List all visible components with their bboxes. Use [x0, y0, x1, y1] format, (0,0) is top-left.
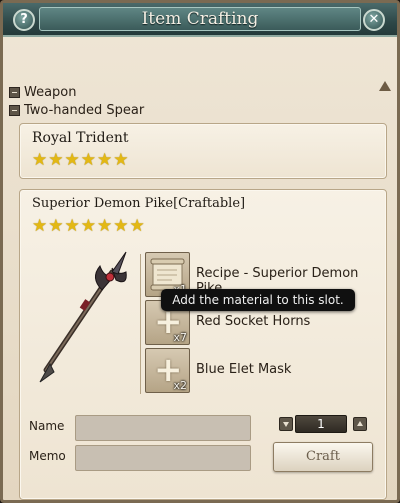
window-title: Item Crafting	[39, 7, 361, 31]
material-label: Blue Elet Mask	[196, 362, 292, 377]
memo-input[interactable]	[75, 445, 251, 471]
recipe-item-royal-trident[interactable]: Royal Trident ★★★★★★	[19, 123, 387, 179]
title-bar[interactable]: ? Item Crafting ✕	[3, 3, 397, 37]
collapse-icon[interactable]	[9, 87, 20, 98]
star-rating: ★★★★★★	[32, 150, 130, 170]
decrease-quantity-button[interactable]	[279, 417, 293, 431]
close-icon: ✕	[368, 12, 380, 27]
item-name: Royal Trident	[32, 130, 129, 146]
tree-item-weapon[interactable]: Weapon	[9, 85, 77, 100]
material-slot-blue-elet-mask[interactable]: + x2	[145, 348, 190, 393]
help-icon: ?	[20, 12, 28, 27]
slot-quantity: x7	[173, 331, 187, 344]
item-preview	[30, 248, 138, 388]
name-input[interactable]	[75, 415, 251, 441]
name-label: Name	[29, 419, 65, 433]
divider	[140, 254, 141, 394]
spear-icon	[39, 251, 127, 383]
tree-item-two-handed-spear[interactable]: Two-handed Spear	[9, 103, 144, 118]
slot-quantity: x2	[173, 379, 187, 392]
increase-quantity-button[interactable]	[353, 417, 367, 431]
quantity-field[interactable]: 1	[295, 415, 347, 433]
scroll-up-arrow-icon[interactable]	[379, 81, 391, 91]
close-button[interactable]: ✕	[363, 9, 385, 31]
star-rating: ★★★★★★★	[32, 216, 146, 236]
memo-label: Memo	[29, 449, 66, 463]
tree-label-subcategory: Two-handed Spear	[24, 103, 145, 118]
material-label: Red Socket Horns	[196, 314, 311, 329]
item-name: Superior Demon Pike[Craftable]	[32, 196, 246, 211]
collapse-icon[interactable]	[9, 105, 20, 116]
help-button[interactable]: ?	[13, 9, 35, 31]
slot-tooltip: Add the material to this slot.	[161, 289, 355, 311]
craft-button[interactable]: Craft	[273, 442, 373, 472]
item-crafting-window: ? Item Crafting ✕ Weapon Two-handed Spea…	[0, 0, 400, 503]
content-area: Weapon Two-handed Spear Royal Trident ★★…	[3, 37, 397, 500]
tree-label-weapon: Weapon	[24, 85, 77, 100]
